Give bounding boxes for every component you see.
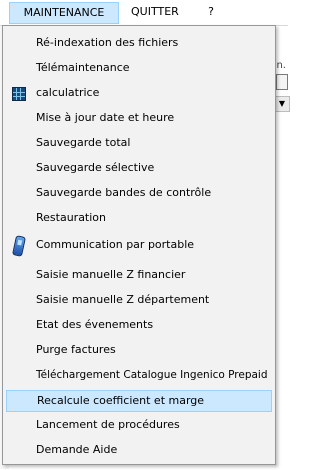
menu-item-label: Etat des évenements [36, 318, 154, 331]
menu-item-saisie-z-financier[interactable]: Saisie manuelle Z financier [6, 265, 272, 287]
menu-item-label: Communication par portable [36, 238, 195, 251]
menu-item-label: Saisie manuelle Z département [36, 293, 210, 306]
menu-quitter[interactable]: QUITTER [124, 2, 186, 24]
menu-item-demande-aide[interactable]: Demande Aide [6, 440, 272, 462]
menu-item-label: Recalcule coefficient et marge [37, 394, 205, 407]
menu-item-label: calculatrice [36, 86, 100, 99]
menu-item-label: Ré-indexation des fichiers [36, 36, 179, 49]
menu-item-label: Lancement de procédures [36, 418, 180, 431]
menu-item-telechargement-catalogue[interactable]: Téléchargement Catalogue Ingenico Prepai… [6, 365, 272, 387]
menu-item-sauvegarde-selective[interactable]: Sauvegarde sélective [6, 158, 272, 180]
menu-item-label: Saisie manuelle Z financier [36, 268, 186, 281]
menu-item-telemaintenance[interactable]: Télémaintenance [6, 58, 272, 80]
background-field [276, 74, 288, 90]
menu-item-label: Restauration [36, 211, 107, 224]
menu-item-etat-evenements[interactable]: Etat des évenements [6, 315, 272, 337]
maintenance-dropdown-menu: Ré-indexation des fichiers Télémaintenan… [2, 25, 276, 465]
menu-item-label: Télémaintenance [36, 61, 130, 74]
menu-item-sauvegarde-total[interactable]: Sauvegarde total [6, 133, 272, 155]
menu-item-saisie-z-departement[interactable]: Saisie manuelle Z département [6, 290, 272, 312]
menu-item-calculatrice[interactable]: calculatrice [6, 83, 272, 105]
menu-item-restauration[interactable]: Restauration [6, 208, 272, 230]
menu-item-label: Sauvegarde bandes de contrôle [36, 186, 212, 199]
menu-item-label: Sauvegarde total [36, 136, 131, 149]
menu-item-sauvegarde-bandes[interactable]: Sauvegarde bandes de contrôle [6, 183, 272, 205]
menu-item-mise-a-jour-date[interactable]: Mise à jour date et heure [6, 108, 272, 130]
menu-item-label: Sauvegarde sélective [36, 161, 155, 174]
menu-bar: MAINTENANCE QUITTER ? [0, 0, 288, 26]
menu-item-communication-portable[interactable]: Communication par portable [6, 235, 272, 257]
menu-item-lancement-procedures[interactable]: Lancement de procédures [6, 415, 272, 437]
background-dropdown-arrow-icon: ▼ [274, 96, 290, 112]
menu-item-label: Demande Aide [36, 443, 118, 456]
background-text-fragment: n. [276, 60, 286, 71]
menu-maintenance[interactable]: MAINTENANCE [9, 2, 119, 24]
menu-item-label: Purge factures [36, 343, 116, 356]
menu-help[interactable]: ? [198, 2, 224, 24]
menu-item-reindexation[interactable]: Ré-indexation des fichiers [6, 33, 272, 55]
mobile-phone-icon [12, 235, 26, 257]
menu-item-purge-factures[interactable]: Purge factures [6, 340, 272, 362]
calculator-icon [12, 87, 26, 101]
menu-item-label: Téléchargement Catalogue Ingenico Prepai… [36, 369, 268, 381]
menu-item-label: Mise à jour date et heure [36, 111, 175, 124]
menu-item-recalcule-coefficient[interactable]: Recalcule coefficient et marge [6, 390, 272, 412]
